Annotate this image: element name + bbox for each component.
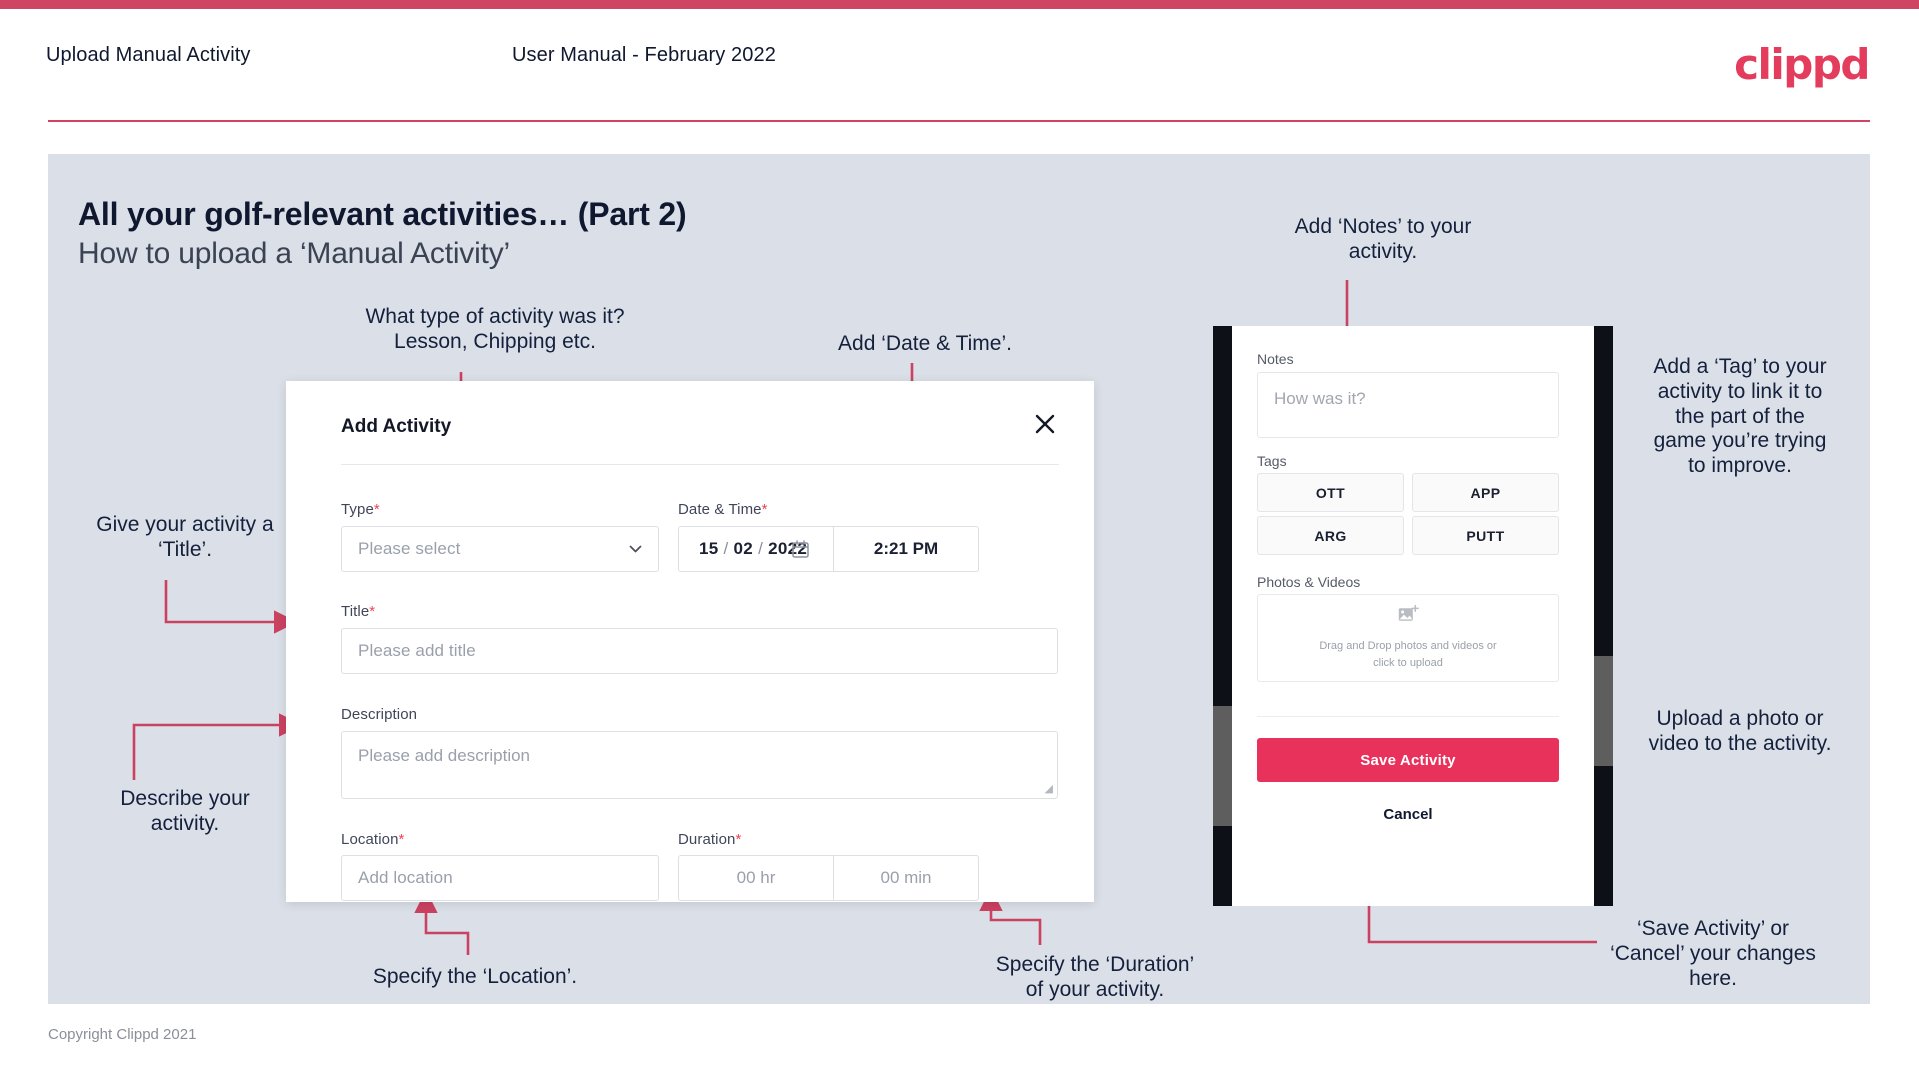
type-label: Type* xyxy=(341,501,380,518)
dropzone-line-2: click to upload xyxy=(1373,656,1443,669)
header-divider xyxy=(48,120,1870,122)
annotation-notes-text: Add ‘Notes’ to your activity. xyxy=(1294,215,1472,263)
type-label-text: Type xyxy=(341,501,374,518)
clippd-logo: clippd xyxy=(1734,40,1870,89)
date-month: 02 xyxy=(733,539,754,558)
description-label: Description xyxy=(341,706,417,723)
annotation-tags: Add a ‘Tag’ to your activity to link it … xyxy=(1615,355,1865,479)
annotation-notes: Add ‘Notes’ to your activity. xyxy=(1243,215,1523,265)
phone-power-button xyxy=(1594,656,1613,766)
annotation-duration-text: Specify the ‘Duration’ of your activity. xyxy=(995,953,1195,1001)
dialog-divider xyxy=(341,464,1059,465)
title-placeholder: Please add title xyxy=(358,641,476,660)
type-placeholder: Please select xyxy=(358,539,461,558)
title-label: Title* xyxy=(341,603,375,620)
tag-button-app[interactable]: APP xyxy=(1412,473,1559,512)
duration-minutes-input[interactable]: 00 min xyxy=(834,855,979,901)
annotation-datetime-text: Add ‘Date & Time’. xyxy=(838,332,1012,355)
title-required-marker: * xyxy=(369,603,376,620)
datetime-required-marker: * xyxy=(761,501,768,518)
phone-volume-button xyxy=(1213,706,1232,826)
footer-copyright: Copyright Clippd 2021 xyxy=(48,1026,197,1043)
annotation-title-text: Give your activity a ‘Title’. xyxy=(96,513,274,561)
time-value: 2:21 PM xyxy=(873,539,939,558)
tag-button-arg[interactable]: ARG xyxy=(1257,516,1404,555)
annotation-type-line1: What type of activity was it? Lesson, Ch… xyxy=(365,305,625,353)
annotation-save: ‘Save Activity’ or ‘Cancel’ your changes… xyxy=(1568,917,1858,991)
annotation-photos-text: Upload a photo or video to the activity. xyxy=(1648,707,1832,755)
tags-label: Tags xyxy=(1257,453,1287,469)
type-required-marker: * xyxy=(373,501,380,518)
chevron-down-icon xyxy=(629,543,642,556)
annotation-description-text: Describe your activity. xyxy=(120,787,250,835)
header-left-title: Upload Manual Activity xyxy=(46,44,251,66)
annotation-datetime: Add ‘Date & Time’. xyxy=(800,332,1050,357)
phone-divider xyxy=(1257,716,1559,717)
title-label-text: Title xyxy=(341,603,370,620)
slide-page: Upload Manual Activity User Manual - Feb… xyxy=(0,0,1919,1079)
photo-dropzone[interactable]: Drag and Drop photos and videos or click… xyxy=(1257,594,1559,682)
header-center-title: User Manual - February 2022 xyxy=(512,44,776,66)
location-label: Location* xyxy=(341,831,404,848)
tag-button-putt[interactable]: PUTT xyxy=(1412,516,1559,555)
save-activity-button[interactable]: Save Activity xyxy=(1257,738,1559,782)
date-value: 15/02/2022 xyxy=(679,539,807,559)
location-input[interactable]: Add location xyxy=(341,855,659,901)
calendar-icon[interactable] xyxy=(792,540,809,558)
close-icon[interactable] xyxy=(1028,407,1062,441)
photos-label: Photos & Videos xyxy=(1257,574,1361,590)
dropzone-text: Drag and Drop photos and videos or click… xyxy=(1319,638,1496,671)
annotation-photos: Upload a photo or video to the activity. xyxy=(1615,707,1865,757)
type-select[interactable]: Please select xyxy=(341,526,659,572)
location-required-marker: * xyxy=(398,831,405,848)
page-subtitle: How to upload a ‘Manual Activity’ xyxy=(78,237,510,270)
datetime-label-text: Date & Time xyxy=(678,501,762,518)
phone-frame-right xyxy=(1594,326,1613,906)
annotation-save-text: ‘Save Activity’ or ‘Cancel’ your changes… xyxy=(1610,917,1816,990)
tag-button-ott[interactable]: OTT xyxy=(1257,473,1404,512)
description-placeholder: Please add description xyxy=(358,746,531,765)
add-activity-dialog: Add Activity Type* Please select Date & … xyxy=(286,381,1094,902)
annotation-tags-text: Add a ‘Tag’ to your activity to link it … xyxy=(1653,355,1827,478)
duration-label-text: Duration xyxy=(678,831,736,848)
duration-hours-value: 00 hr xyxy=(736,868,776,887)
title-input[interactable]: Please add title xyxy=(341,628,1058,674)
date-sep-1: / xyxy=(723,539,729,558)
phone-mockup: Notes How was it? Tags OTT APP ARG PUTT … xyxy=(1213,326,1613,906)
phone-frame-left xyxy=(1213,326,1232,906)
location-placeholder: Add location xyxy=(358,868,453,887)
date-sep-2: / xyxy=(758,539,764,558)
add-photo-icon xyxy=(1398,604,1419,629)
notes-placeholder: How was it? xyxy=(1274,389,1366,408)
cancel-button[interactable]: Cancel xyxy=(1257,794,1559,834)
time-input[interactable]: 2:21 PM xyxy=(834,526,979,572)
location-label-text: Location xyxy=(341,831,399,848)
top-accent-bar xyxy=(0,0,1919,9)
annotation-duration: Specify the ‘Duration’ of your activity. xyxy=(950,953,1240,1003)
duration-minutes-value: 00 min xyxy=(880,868,932,887)
description-label-text: Description xyxy=(341,706,418,723)
resize-handle-icon[interactable]: ◢ xyxy=(1045,782,1053,795)
duration-hours-input[interactable]: 00 hr xyxy=(678,855,834,901)
annotation-location: Specify the ‘Location’. xyxy=(330,965,620,990)
datetime-label: Date & Time* xyxy=(678,501,768,518)
duration-label: Duration* xyxy=(678,831,741,848)
date-input[interactable]: 15/02/2022 xyxy=(678,526,834,572)
phone-screen: Notes How was it? Tags OTT APP ARG PUTT … xyxy=(1232,326,1594,906)
notes-label: Notes xyxy=(1257,351,1294,367)
date-day: 15 xyxy=(699,539,719,558)
annotation-type: What type of activity was it? Lesson, Ch… xyxy=(330,305,660,355)
annotation-location-text: Specify the ‘Location’. xyxy=(372,965,578,988)
page-title: All your golf-relevant activities… (Part… xyxy=(78,196,687,232)
notes-textarea[interactable]: How was it? xyxy=(1257,372,1559,438)
dialog-title: Add Activity xyxy=(341,416,452,437)
description-textarea[interactable]: Please add description ◢ xyxy=(341,731,1058,799)
duration-required-marker: * xyxy=(735,831,742,848)
dropzone-line-1: Drag and Drop photos and videos or xyxy=(1319,640,1497,652)
